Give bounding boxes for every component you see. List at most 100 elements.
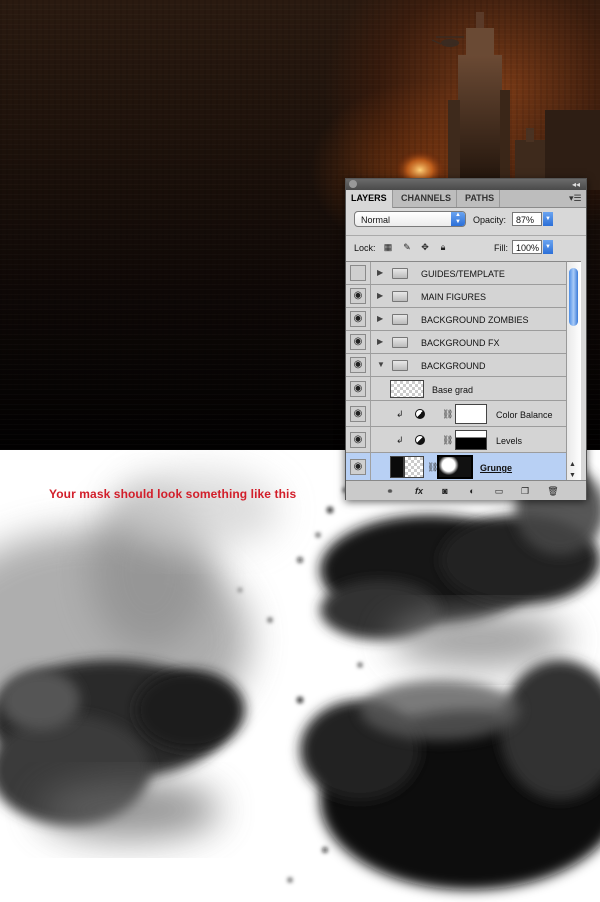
mask-thumbnail xyxy=(455,430,487,450)
mask-thumbnail[interactable] xyxy=(437,455,473,479)
chain-link-icon[interactable]: ⛓ xyxy=(442,435,453,446)
eye-icon[interactable]: ◉ xyxy=(350,381,366,397)
link-icon[interactable]: ⚭ xyxy=(382,485,398,497)
column-divider xyxy=(370,262,371,284)
layer-row-background-zombies[interactable]: ◉ ▶ BACKGROUND ZOMBIES xyxy=(346,308,566,331)
layer-row-background[interactable]: ◉ ▼ BACKGROUND xyxy=(346,354,566,377)
grunge-mask-art xyxy=(0,465,600,890)
layer-row-guides-template[interactable]: ▶ GUIDES/TEMPLATE xyxy=(346,262,566,285)
folder-icon xyxy=(392,314,408,325)
lock-position-icon[interactable]: ✥ xyxy=(420,242,430,252)
scroll-up-icon[interactable]: ▲ xyxy=(569,461,576,468)
opacity-label: Opacity: xyxy=(473,215,507,225)
folder-icon xyxy=(392,268,408,279)
add-mask-icon[interactable]: ◙ xyxy=(438,485,452,497)
trash-icon[interactable]: 🗑︎ xyxy=(546,485,560,497)
fill-input[interactable]: 100% xyxy=(512,240,542,254)
new-group-icon[interactable]: ▭ xyxy=(492,485,506,497)
layer-row-grunge[interactable]: ◉ ⛓ Grunge xyxy=(346,453,566,481)
expand-triangle-icon[interactable]: ▶ xyxy=(377,314,383,323)
lock-pixels-icon[interactable]: ✎ xyxy=(402,242,412,252)
expand-triangle-icon[interactable]: ▶ xyxy=(377,268,383,277)
fill-dropdown-icon[interactable]: ▼ xyxy=(543,240,553,254)
layer-name: Grunge xyxy=(480,463,513,473)
column-divider xyxy=(370,331,371,353)
column-divider xyxy=(370,285,371,307)
up-down-arrows-icon: ▲ ▼ xyxy=(451,212,465,226)
eye-icon[interactable]: ◉ xyxy=(350,357,366,373)
tower-building xyxy=(448,12,510,190)
opacity-dropdown-icon[interactable]: ▼ xyxy=(543,212,553,226)
chain-link-icon[interactable]: ⛓ xyxy=(442,409,453,420)
fx-icon[interactable]: fx xyxy=(410,485,428,497)
collapse-triangle-icon[interactable]: ▼ xyxy=(377,360,385,369)
layer-name: Base grad xyxy=(432,385,474,395)
adjustment-layer-icon[interactable]: ◐ xyxy=(464,485,480,497)
layer-row-background-fx[interactable]: ◉ ▶ BACKGROUND FX xyxy=(346,331,566,354)
folder-icon xyxy=(392,291,408,302)
layer-thumbnail xyxy=(390,380,424,398)
opacity-input[interactable]: 87% xyxy=(512,212,542,226)
layer-name: Color Balance xyxy=(496,410,553,420)
fill-label: Fill: xyxy=(494,243,508,253)
lock-row: Lock: ▦ ✎ ✥ 🔒︎ Fill: 100% ▼ xyxy=(346,235,586,258)
eye-icon[interactable]: ◉ xyxy=(350,334,366,350)
helicopter-icon xyxy=(431,36,464,47)
new-layer-icon[interactable]: ❐ xyxy=(518,485,532,497)
layer-name: BACKGROUND xyxy=(421,361,486,371)
layer-row-color-balance[interactable]: ◉ ↲ ⛓ Color Balance xyxy=(346,401,566,427)
folder-icon xyxy=(392,360,408,371)
mask-caption: Your mask should look something like thi… xyxy=(49,487,297,501)
eye-icon[interactable]: ◉ xyxy=(350,432,366,448)
blend-mode-select[interactable]: Normal ▲ ▼ xyxy=(354,211,466,227)
tab-layers[interactable]: LAYERS xyxy=(346,190,393,208)
column-divider xyxy=(370,427,371,452)
layer-thumbnail xyxy=(390,456,404,478)
column-divider xyxy=(370,377,371,400)
layer-row-base-grad[interactable]: ◉ Base grad xyxy=(346,377,566,401)
eye-icon[interactable]: ◉ xyxy=(350,406,366,422)
adjustment-icon xyxy=(415,409,425,419)
eye-icon[interactable]: ◉ xyxy=(350,288,366,304)
blend-mode-value: Normal xyxy=(361,215,391,225)
layer-name: BACKGROUND ZOMBIES xyxy=(421,315,529,325)
scroll-down-icon[interactable]: ▼ xyxy=(569,472,576,479)
column-divider xyxy=(370,354,371,376)
column-divider xyxy=(370,453,371,480)
folder-icon xyxy=(392,337,408,348)
adjustment-icon xyxy=(415,435,425,445)
eye-icon[interactable]: ◉ xyxy=(350,459,366,475)
layer-name: BACKGROUND FX xyxy=(421,338,500,348)
tab-paths[interactable]: PATHS xyxy=(460,190,501,207)
close-icon[interactable] xyxy=(349,180,357,188)
scroll-thumb[interactable] xyxy=(569,268,578,326)
collapse-icon[interactable]: ◂◂ xyxy=(572,179,580,190)
clipping-arrow-icon: ↲ xyxy=(396,409,404,419)
lock-label: Lock: xyxy=(354,243,376,253)
panel-footer: ⚭ fx ◙ ◐ ▭ ❐ 🗑︎ xyxy=(346,480,586,500)
clipping-arrow-icon: ↲ xyxy=(396,435,404,445)
expand-triangle-icon[interactable]: ▶ xyxy=(377,291,383,300)
lock-all-icon[interactable]: 🔒︎ xyxy=(438,242,448,252)
visibility-toggle[interactable] xyxy=(350,265,366,281)
scrollbar[interactable]: ▲ ▼ xyxy=(566,261,581,481)
layers-panel[interactable]: ◂◂ LAYERS CHANNELS PATHS ▾☰ Normal ▲ ▼ Op… xyxy=(345,178,587,500)
panel-tabs: LAYERS CHANNELS PATHS ▾☰ xyxy=(346,190,586,208)
column-divider xyxy=(370,401,371,426)
layer-thumbnail xyxy=(404,456,424,478)
layer-name: MAIN FIGURES xyxy=(421,292,487,302)
layer-name: Levels xyxy=(496,436,523,446)
expand-triangle-icon[interactable]: ▶ xyxy=(377,337,383,346)
layer-row-main-figures[interactable]: ◉ ▶ MAIN FIGURES xyxy=(346,285,566,308)
mask-preview: Your mask should look something like thi… xyxy=(0,450,600,902)
layer-list[interactable]: ▶ GUIDES/TEMPLATE ◉ ▶ MAIN FIGURES ◉ ▶ B… xyxy=(346,261,566,481)
eye-icon[interactable]: ◉ xyxy=(350,311,366,327)
panel-menu-icon[interactable]: ▾☰ xyxy=(569,193,582,203)
lock-transparency-icon[interactable]: ▦ xyxy=(383,242,393,252)
layer-row-levels[interactable]: ◉ ↲ ⛓ Levels xyxy=(346,427,566,453)
mask-thumbnail xyxy=(455,404,487,424)
layer-name: GUIDES/TEMPLATE xyxy=(421,269,505,279)
column-divider xyxy=(370,308,371,330)
tab-channels[interactable]: CHANNELS xyxy=(396,190,458,207)
panel-titlebar[interactable]: ◂◂ xyxy=(346,179,586,190)
